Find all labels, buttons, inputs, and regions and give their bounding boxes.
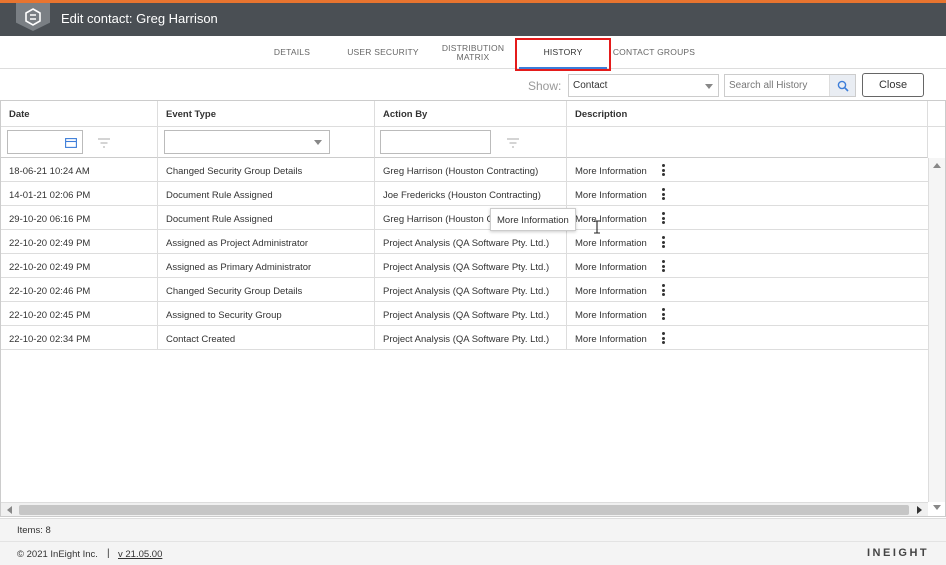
action-by-cell: Project Analysis (QA Software Pty. Ltd.) xyxy=(375,230,567,254)
action-by-cell: Project Analysis (QA Software Pty. Ltd.) xyxy=(375,302,567,326)
filter-cell-action-by xyxy=(375,127,567,158)
search-icon xyxy=(837,80,849,92)
column-header-date[interactable]: Date xyxy=(1,101,158,127)
version-link[interactable]: v 21.05.00 xyxy=(118,549,162,560)
event-type-cell: Document Rule Assigned xyxy=(158,206,375,230)
title-bar: Edit contact: Greg Harrison xyxy=(0,3,946,36)
description-cell[interactable]: More Information xyxy=(567,230,657,254)
show-label: Show: xyxy=(528,79,562,93)
brand-logo: INEIGHT xyxy=(867,547,930,559)
column-header-event-type[interactable]: Event Type xyxy=(158,101,375,127)
event-type-cell: Assigned as Primary Administrator xyxy=(158,254,375,278)
event-type-cell: Changed Security Group Details xyxy=(158,278,375,302)
more-options-icon[interactable] xyxy=(662,284,666,298)
vertical-scrollbar[interactable] xyxy=(928,158,945,510)
horizontal-scrollbar[interactable] xyxy=(1,502,928,516)
description-cell[interactable]: More Information xyxy=(567,158,657,182)
event-type-cell: Assigned to Security Group xyxy=(158,302,375,326)
description-cell[interactable]: More Information xyxy=(567,182,657,206)
scroll-right-icon[interactable] xyxy=(917,506,922,514)
scroll-down-icon[interactable] xyxy=(933,505,941,510)
app-logo xyxy=(16,3,50,31)
action-by-filter-input[interactable] xyxy=(380,130,491,154)
event-type-cell: Contact Created xyxy=(158,326,375,350)
action-by-cell: Joe Fredericks (Houston Contracting) xyxy=(375,182,567,206)
date-cell: 14-01-21 02:06 PM xyxy=(1,182,158,206)
date-cell: 22-10-20 02:45 PM xyxy=(1,302,158,326)
date-cell: 22-10-20 02:46 PM xyxy=(1,278,158,302)
action-by-cell: Project Analysis (QA Software Pty. Ltd.) xyxy=(375,254,567,278)
date-cell: 18-06-21 10:24 AM xyxy=(1,158,158,182)
tab-distribution-matrix[interactable]: DISTRIBUTION MATRIX xyxy=(436,36,510,69)
tab-details[interactable]: DETAILS xyxy=(262,36,322,69)
description-cell[interactable]: More Information xyxy=(567,206,657,230)
chevron-down-icon xyxy=(314,140,322,145)
horizontal-scroll-thumb[interactable] xyxy=(19,505,909,515)
copyright-text: © 2021 InEight Inc. xyxy=(17,549,98,560)
event-type-cell: Document Rule Assigned xyxy=(158,182,375,206)
description-cell[interactable]: More Information xyxy=(567,254,657,278)
table-row[interactable]: 22-10-20 02:34 PM Contact Created Projec… xyxy=(1,326,928,350)
action-by-cell: Greg Harrison (Houston Contracting) xyxy=(375,158,567,182)
action-by-cell: Project Analysis (QA Software Pty. Ltd.) xyxy=(375,278,567,302)
window-title: Edit contact: Greg Harrison xyxy=(61,11,218,26)
action-by-cell: Project Analysis (QA Software Pty. Ltd.) xyxy=(375,326,567,350)
date-cell: 29-10-20 06:16 PM xyxy=(1,206,158,230)
more-options-icon[interactable] xyxy=(662,212,666,226)
show-dropdown-value: Contact xyxy=(573,80,608,91)
event-type-filter-dropdown[interactable] xyxy=(164,130,330,154)
header-spacer xyxy=(928,101,945,127)
more-options-icon[interactable] xyxy=(662,236,666,250)
text-cursor-icon xyxy=(594,220,600,234)
more-options-icon[interactable] xyxy=(662,308,666,322)
event-type-cell: Changed Security Group Details xyxy=(158,158,375,182)
tab-contact-groups[interactable]: CONTACT GROUPS xyxy=(611,36,697,69)
column-header-action-by[interactable]: Action By xyxy=(375,101,567,127)
calendar-icon[interactable] xyxy=(65,137,77,148)
filter-cell-description xyxy=(567,127,928,158)
table-row[interactable]: 14-01-21 02:06 PM Document Rule Assigned… xyxy=(1,182,928,206)
date-filter-input[interactable] xyxy=(7,130,83,154)
tooltip: More Information xyxy=(490,208,576,231)
table-row[interactable]: 22-10-20 02:46 PM Changed Security Group… xyxy=(1,278,928,302)
table-row[interactable]: 22-10-20 02:45 PM Assigned to Security G… xyxy=(1,302,928,326)
table-row[interactable]: 29-10-20 06:16 PM Document Rule Assigned… xyxy=(1,206,928,230)
scroll-up-icon[interactable] xyxy=(933,163,941,168)
status-bar: Items: 8 xyxy=(0,518,946,541)
footer: © 2021 InEight Inc. | v 21.05.00 INEIGHT xyxy=(0,541,946,565)
tab-user-security[interactable]: USER SECURITY xyxy=(342,36,424,69)
show-dropdown[interactable]: Contact xyxy=(568,74,719,97)
event-type-cell: Assigned as Project Administrator xyxy=(158,230,375,254)
table-row[interactable]: 22-10-20 02:49 PM Assigned as Primary Ad… xyxy=(1,254,928,278)
tab-bar: DETAILS USER SECURITY DISTRIBUTION MATRI… xyxy=(0,36,946,69)
search-input[interactable] xyxy=(725,75,831,96)
history-grid: Date Event Type Action By Description 18… xyxy=(0,100,946,517)
search-button[interactable] xyxy=(829,75,855,96)
column-header-description[interactable]: Description xyxy=(567,101,928,127)
table-row[interactable]: 22-10-20 02:49 PM Assigned as Project Ad… xyxy=(1,230,928,254)
filter-icon[interactable] xyxy=(506,138,520,148)
description-cell[interactable]: More Information xyxy=(567,278,657,302)
more-options-icon[interactable] xyxy=(662,164,666,178)
footer-separator: | xyxy=(107,548,110,559)
search-box xyxy=(724,74,856,97)
table-row[interactable]: 18-06-21 10:24 AM Changed Security Group… xyxy=(1,158,928,182)
items-count: Items: 8 xyxy=(17,525,51,536)
history-tab-highlight xyxy=(515,38,611,71)
logo-icon xyxy=(25,8,41,26)
description-cell[interactable]: More Information xyxy=(567,326,657,350)
filter-cell-event-type xyxy=(158,127,375,158)
close-button[interactable]: Close xyxy=(862,73,924,97)
date-cell: 22-10-20 02:34 PM xyxy=(1,326,158,350)
more-options-icon[interactable] xyxy=(662,332,666,346)
more-options-icon[interactable] xyxy=(662,188,666,202)
chevron-down-icon xyxy=(705,84,713,89)
filter-cell-date xyxy=(1,127,158,158)
filter-icon[interactable] xyxy=(97,138,111,148)
date-cell: 22-10-20 02:49 PM xyxy=(1,230,158,254)
more-options-icon[interactable] xyxy=(662,260,666,274)
date-cell: 22-10-20 02:49 PM xyxy=(1,254,158,278)
description-cell[interactable]: More Information xyxy=(567,302,657,326)
scroll-left-icon[interactable] xyxy=(7,506,12,514)
